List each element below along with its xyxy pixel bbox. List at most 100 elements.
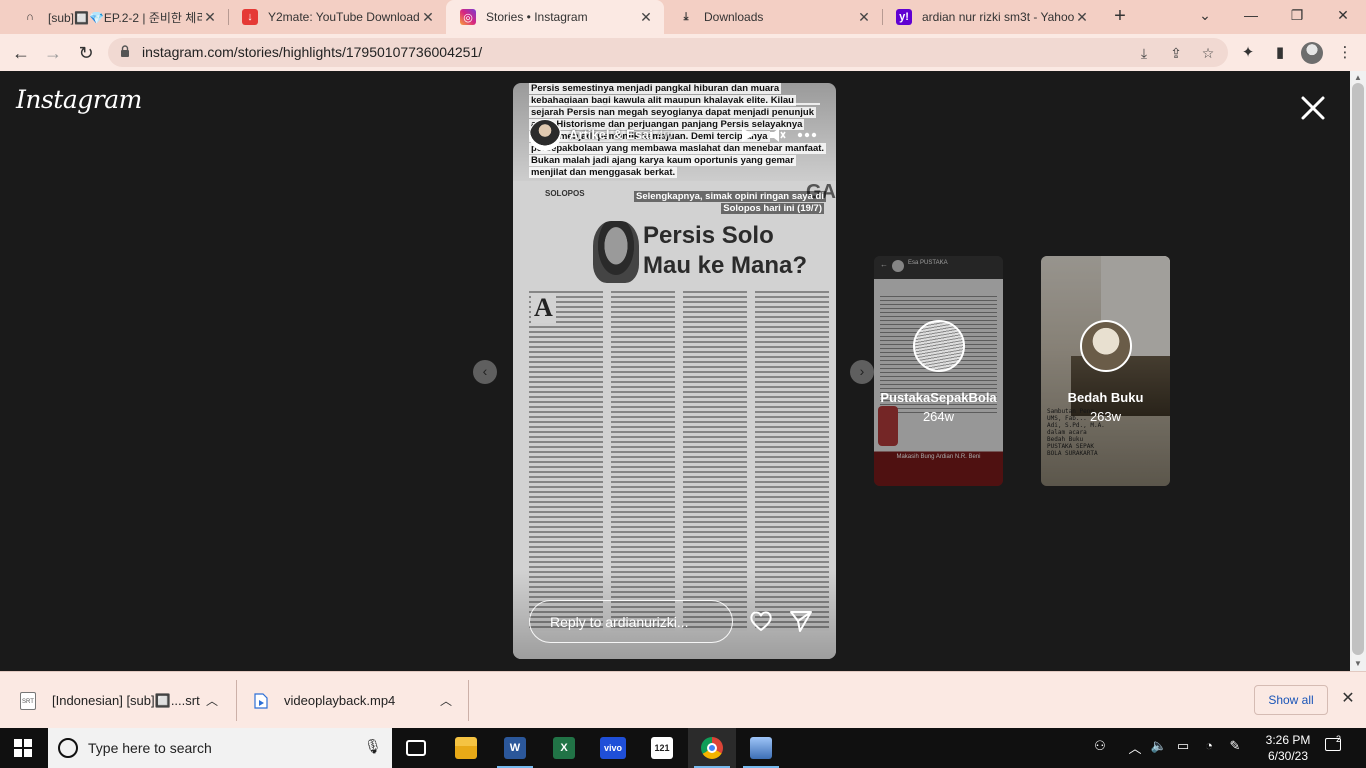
task-view-icon[interactable] (392, 728, 440, 768)
reply-placeholder: Reply to ardianurizki... (550, 614, 689, 630)
clock-date: 6/30/23 (1267, 749, 1309, 763)
instagram-icon: ◎ (460, 9, 476, 25)
microphone-icon[interactable]: 🎙 (364, 738, 382, 758)
chrome-icon[interactable] (688, 728, 736, 768)
windows-start-icon[interactable] (14, 739, 32, 757)
tab-y2mate[interactable]: ↓ Y2mate: YouTube Downloader ✕ (228, 0, 446, 34)
windows-taskbar: Type here to search 🎙 W X vivo 121 ⚇ ︿ 🔈… (0, 728, 1366, 768)
newspaper-headline: Persis Solo Mau ke Mana? (643, 221, 807, 281)
previous-story-button[interactable]: ‹ (473, 360, 497, 384)
extensions-icon[interactable]: ✦ (1237, 42, 1259, 64)
notification-count: 2 (1336, 734, 1342, 744)
download-filename: videoplayback.mp4 (284, 693, 396, 708)
play-icon[interactable] (737, 125, 757, 145)
show-all-downloads-button[interactable]: Show all (1254, 685, 1328, 715)
search-placeholder: Type here to search (88, 740, 212, 756)
story-progress-bar (529, 103, 820, 105)
story-viewer[interactable]: SOLOPOS GA Persis Solo Mau ke Mana? A Pe… (513, 83, 836, 659)
send-icon[interactable] (788, 608, 814, 634)
highlight-bedah-buku[interactable]: Sambutan Peng... UMS, Fab... Adi, S.Pd.,… (1041, 256, 1170, 486)
tab-downloads[interactable]: ⤓ Downloads ✕ (664, 0, 882, 34)
tab-sub-video[interactable]: ∩ [sub]🔲💎EP.2-2 | 준비한 체리 ✕ (8, 0, 228, 34)
close-window-button[interactable]: ✕ (1320, 0, 1366, 30)
close-tab-icon[interactable]: ✕ (1074, 9, 1090, 26)
volume-icon[interactable]: 🔈 (1149, 738, 1169, 754)
y2mate-icon: ↓ (242, 9, 258, 25)
story-highlight-name[interactable]: Artikel & Esai (569, 127, 653, 142)
side-panel-icon[interactable]: ▮ (1269, 42, 1291, 64)
tab-search-button[interactable]: ⌄ (1182, 0, 1228, 30)
url-text[interactable]: instagram.com/stories/highlights/1795010… (142, 44, 482, 60)
network-app-icon[interactable] (737, 728, 785, 768)
people-icon[interactable]: ⚇ (1090, 738, 1110, 754)
calendar-app-icon[interactable]: 121 (638, 728, 686, 768)
reply-input[interactable]: Reply to ardianurizki... (529, 600, 733, 643)
address-bar[interactable]: instagram.com/stories/highlights/1795010… (108, 38, 1228, 67)
task-view-glyph (406, 740, 426, 756)
close-story-icon[interactable] (1298, 93, 1328, 123)
headline-line-2: Mau ke Mana? (643, 252, 808, 279)
story-avatar[interactable] (529, 119, 561, 151)
scroll-down-icon[interactable]: ▼ (1354, 659, 1362, 668)
instagram-logo[interactable]: Instagram (16, 85, 142, 114)
more-options-icon[interactable] (797, 125, 817, 145)
share-icon[interactable]: ⇪ (1166, 43, 1186, 63)
story-note-content: Selengkapnya, simak opini ringan saya di… (634, 191, 826, 214)
close-tab-icon[interactable]: ✕ (638, 9, 654, 26)
headline-line-1: Persis Solo (643, 222, 774, 249)
wifi-icon[interactable]: ◔ (1199, 738, 1219, 753)
pen-icon[interactable]: ✎ (1225, 738, 1245, 754)
close-tab-icon[interactable]: ✕ (202, 9, 218, 26)
highlight-cover (913, 320, 965, 372)
lock-icon (121, 45, 129, 57)
music-icon: ∩ (26, 11, 34, 23)
restore-button[interactable]: ❐ (1274, 0, 1320, 30)
story-note: Selengkapnya, simak opini ringan saya di… (634, 191, 826, 215)
taskbar-clock[interactable]: 3:26 PM 6/30/23 (1260, 732, 1316, 764)
tab-instagram-stories[interactable]: ◎ Stories • Instagram ✕ (446, 0, 664, 34)
search-icon (58, 738, 78, 758)
word-icon[interactable]: W (491, 728, 539, 768)
new-tab-button[interactable]: + (1108, 4, 1132, 28)
video-file-icon (254, 692, 268, 709)
page-viewport: Instagram ‹ › SOLOPOS GA Persis Solo Mau… (0, 71, 1366, 671)
scroll-up-icon[interactable]: ▲ (1354, 73, 1362, 82)
highlight-pustakasepakbola[interactable]: ← Esa PUSTAKA Makasih Bung Ardian N.R. B… (874, 256, 1003, 486)
chrome-center (707, 743, 717, 753)
download-item-srt[interactable]: SRT [Indonesian] [sub]🔲....srt ︿ (0, 672, 236, 729)
download-filename: [Indonesian] [sub]🔲....srt (52, 692, 200, 708)
close-tab-icon[interactable]: ✕ (856, 9, 872, 26)
page-scrollbar[interactable]: ▲ ▼ (1350, 71, 1366, 671)
download-item-mp4[interactable]: videoplayback.mp4 ︿ (236, 672, 468, 729)
battery-icon[interactable]: ▭ (1173, 738, 1193, 754)
vivo-glyph: vivo (600, 737, 626, 759)
yahoo-icon: y! (896, 9, 912, 25)
folder-glyph (455, 737, 477, 759)
taskbar-search[interactable]: Type here to search 🎙 (48, 728, 392, 768)
srt-file-icon: SRT (20, 691, 36, 710)
browser-toolbar: ← → ↻ instagram.com/stories/highlights/1… (0, 34, 1366, 71)
next-story-button[interactable]: › (850, 360, 874, 384)
forward-button[interactable]: → (40, 40, 66, 66)
notification-center-icon[interactable]: 2 (1325, 734, 1345, 756)
scrollbar-thumb[interactable] (1352, 83, 1364, 655)
reload-button[interactable]: ↻ (73, 40, 99, 66)
heart-icon[interactable] (748, 608, 774, 634)
newspaper-tag: SOLOPOS (545, 189, 585, 198)
file-explorer-icon[interactable] (442, 728, 490, 768)
menu-icon[interactable]: ⋮ (1334, 42, 1356, 64)
profile-avatar[interactable] (1301, 42, 1323, 64)
vivo-icon[interactable]: vivo (589, 728, 637, 768)
install-app-icon[interactable]: ⤓ (1134, 43, 1154, 63)
mute-icon[interactable] (767, 125, 787, 145)
excel-icon[interactable]: X (540, 728, 588, 768)
chevron-up-icon[interactable]: ︿ (438, 692, 454, 709)
bookmark-star-icon[interactable]: ☆ (1198, 43, 1218, 63)
close-tab-icon[interactable]: ✕ (420, 9, 436, 26)
show-hidden-icons[interactable]: ︿ (1125, 738, 1145, 757)
close-downloads-bar-icon[interactable]: ✕ (1339, 690, 1357, 708)
back-button[interactable]: ← (8, 40, 34, 66)
tab-yahoo[interactable]: y! ardian nur rizki sm3t - Yahoo ✕ (882, 0, 1100, 34)
chevron-up-icon[interactable]: ︿ (204, 692, 220, 709)
minimize-button[interactable]: — (1228, 0, 1274, 30)
